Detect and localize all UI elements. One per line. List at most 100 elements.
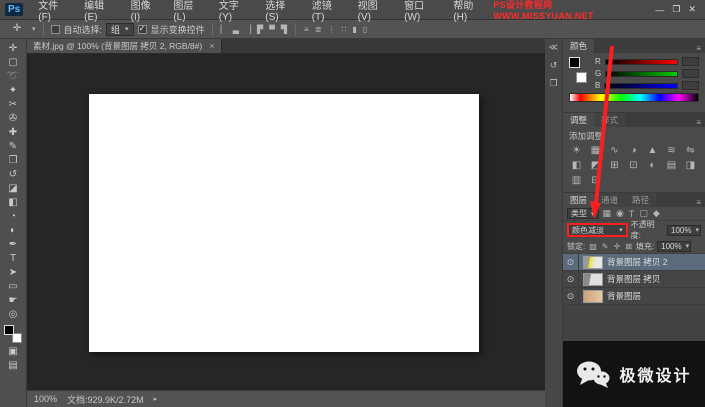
- pixel-layer-filter-icon[interactable]: ▦: [602, 208, 613, 219]
- layer-row-bg-copy-2[interactable]: ⊙ 背景图层 拷贝 2: [563, 254, 705, 271]
- menu-item-type[interactable]: 文字(Y): [212, 0, 258, 23]
- layer-filter-type-dropdown[interactable]: 类型 ▾: [567, 208, 599, 219]
- expand-panels-icon[interactable]: ≪: [549, 42, 558, 53]
- healing-brush-tool[interactable]: ✚: [2, 126, 24, 140]
- pen-tool[interactable]: ✒: [2, 238, 24, 252]
- hue-saturation-icon[interactable]: ≋: [662, 143, 681, 158]
- channel-mixer-icon[interactable]: ⊞: [605, 158, 624, 173]
- lock-position-icon[interactable]: ✛: [613, 242, 622, 251]
- levels-icon[interactable]: ▦: [586, 143, 605, 158]
- menu-item-file[interactable]: 文件(F): [31, 0, 77, 23]
- status-options-caret-icon[interactable]: ▸: [154, 395, 158, 403]
- brightness-contrast-icon[interactable]: ☀: [567, 143, 586, 158]
- clone-stamp-tool[interactable]: ❐: [2, 154, 24, 168]
- distribute-vcenter-icon[interactable]: ≣: [314, 25, 323, 34]
- dodge-tool[interactable]: ◐: [2, 224, 24, 238]
- curves-icon[interactable]: ∿: [605, 143, 624, 158]
- menu-item-window[interactable]: 窗口(W): [397, 0, 446, 23]
- lock-image-icon[interactable]: ✎: [601, 242, 610, 251]
- panel-menu-icon[interactable]: ≡: [692, 44, 705, 53]
- opacity-dropdown[interactable]: 100% ▾: [667, 224, 701, 236]
- color-spectrum-ramp[interactable]: [569, 93, 699, 102]
- type-tool[interactable]: T: [2, 252, 24, 266]
- distribute-right-icon[interactable]: ▯: [362, 25, 368, 34]
- layer-thumbnail[interactable]: [583, 272, 603, 286]
- lock-transparency-icon[interactable]: ▨: [588, 242, 598, 251]
- tab-color[interactable]: 颜色: [563, 39, 595, 53]
- tab-paths[interactable]: 路径: [625, 193, 657, 207]
- crop-tool[interactable]: ✂: [2, 98, 24, 112]
- distribute-hcenter-icon[interactable]: ▮: [352, 25, 358, 34]
- tool-preset-caret-icon[interactable]: ▾: [32, 25, 36, 33]
- visibility-eye-icon[interactable]: ⊙: [563, 254, 579, 270]
- layer-row-bg-copy[interactable]: ⊙ 背景图层 拷贝: [563, 271, 705, 288]
- layer-row-background[interactable]: ⊙ 背景图层: [563, 288, 705, 305]
- selective-color-icon[interactable]: ⊟: [586, 173, 605, 188]
- canvas-document[interactable]: [89, 94, 479, 352]
- background-color-swatch[interactable]: [576, 72, 587, 83]
- lock-all-icon[interactable]: ⊠: [624, 242, 633, 251]
- type-layer-filter-icon[interactable]: T: [628, 209, 636, 219]
- zoom-level-field[interactable]: 100%: [34, 394, 57, 404]
- tab-adjustments[interactable]: 调整: [563, 113, 595, 127]
- green-slider[interactable]: [605, 70, 678, 77]
- align-bottom-icon[interactable]: ▜: [280, 25, 288, 34]
- eyedropper-tool[interactable]: ✇: [2, 112, 24, 126]
- rectangular-marquee-tool[interactable]: ▢: [2, 56, 24, 70]
- red-slider[interactable]: [604, 58, 678, 65]
- tab-layers[interactable]: 图层: [563, 193, 595, 207]
- visibility-eye-icon[interactable]: ⊙: [563, 288, 579, 304]
- menu-item-filter[interactable]: 滤镜(T): [305, 0, 351, 23]
- distribute-bottom-icon[interactable]: ⋮: [326, 25, 336, 34]
- posterize-icon[interactable]: ▤: [662, 158, 681, 173]
- menu-item-view[interactable]: 视图(V): [351, 0, 397, 23]
- close-button[interactable]: ✕: [684, 4, 700, 15]
- lasso-tool[interactable]: ➰: [2, 70, 24, 84]
- align-left-icon[interactable]: ▏: [220, 25, 228, 34]
- show-transform-checkbox[interactable]: ✓: [137, 24, 147, 34]
- color-panel-swatches[interactable]: [569, 57, 589, 83]
- foreground-color-swatch[interactable]: [4, 325, 14, 335]
- fill-dropdown[interactable]: 100% ▾: [657, 240, 692, 252]
- photo-filter-icon[interactable]: ◩: [586, 158, 605, 173]
- canvas-pasteboard[interactable]: [27, 54, 545, 390]
- tab-channels[interactable]: 通道: [594, 193, 626, 207]
- history-panel-icon[interactable]: ↺: [550, 60, 558, 71]
- menu-item-edit[interactable]: 编辑(E): [77, 0, 123, 23]
- menu-item-layer[interactable]: 图层(L): [166, 0, 211, 23]
- brush-tool[interactable]: ✎: [2, 140, 24, 154]
- foreground-background-swatches[interactable]: [4, 325, 22, 343]
- menu-item-image[interactable]: 图像(I): [124, 0, 167, 23]
- red-value-field[interactable]: [682, 57, 699, 66]
- invert-icon[interactable]: ◐: [643, 158, 662, 173]
- screen-mode-button[interactable]: ▤: [2, 359, 24, 373]
- tab-close-icon[interactable]: ×: [209, 41, 214, 51]
- blend-mode-dropdown[interactable]: 颜色减淡 ▾: [567, 223, 628, 237]
- foreground-color-swatch[interactable]: [569, 57, 580, 68]
- auto-select-target-dropdown[interactable]: 组 ▾: [106, 22, 134, 36]
- auto-select-checkbox[interactable]: [50, 24, 60, 34]
- panel-menu-icon[interactable]: ≡: [692, 118, 705, 127]
- smart-object-filter-icon[interactable]: ◆: [652, 208, 661, 219]
- gradient-map-icon[interactable]: ▥: [567, 173, 586, 188]
- color-balance-icon[interactable]: ⇋: [681, 143, 700, 158]
- restore-button[interactable]: ❐: [668, 4, 684, 15]
- align-right-icon[interactable]: ▕: [244, 25, 252, 34]
- align-top-icon[interactable]: ▛: [256, 25, 264, 34]
- green-value-field[interactable]: [682, 69, 699, 78]
- color-lookup-icon[interactable]: ⊡: [624, 158, 643, 173]
- document-tab[interactable]: 素材.jpg @ 100% (背景图层 拷贝 2, RGB/8#) ×: [27, 39, 222, 53]
- visibility-eye-icon[interactable]: ⊙: [563, 271, 579, 287]
- black-white-icon[interactable]: ◧: [567, 158, 586, 173]
- threshold-icon[interactable]: ◨: [681, 158, 700, 173]
- history-brush-tool[interactable]: ↺: [2, 168, 24, 182]
- blue-slider[interactable]: [604, 82, 678, 89]
- exposure-icon[interactable]: ◑: [624, 143, 643, 158]
- gradient-tool[interactable]: ◧: [2, 196, 24, 210]
- path-selection-tool[interactable]: ➤: [2, 266, 24, 280]
- blur-tool[interactable]: ◔: [2, 210, 24, 224]
- quick-mask-button[interactable]: ▣: [2, 345, 24, 359]
- menu-item-help[interactable]: 帮助(H): [446, 0, 493, 23]
- align-hcenter-icon[interactable]: ▃: [232, 25, 240, 34]
- tab-styles[interactable]: 样式: [594, 113, 626, 127]
